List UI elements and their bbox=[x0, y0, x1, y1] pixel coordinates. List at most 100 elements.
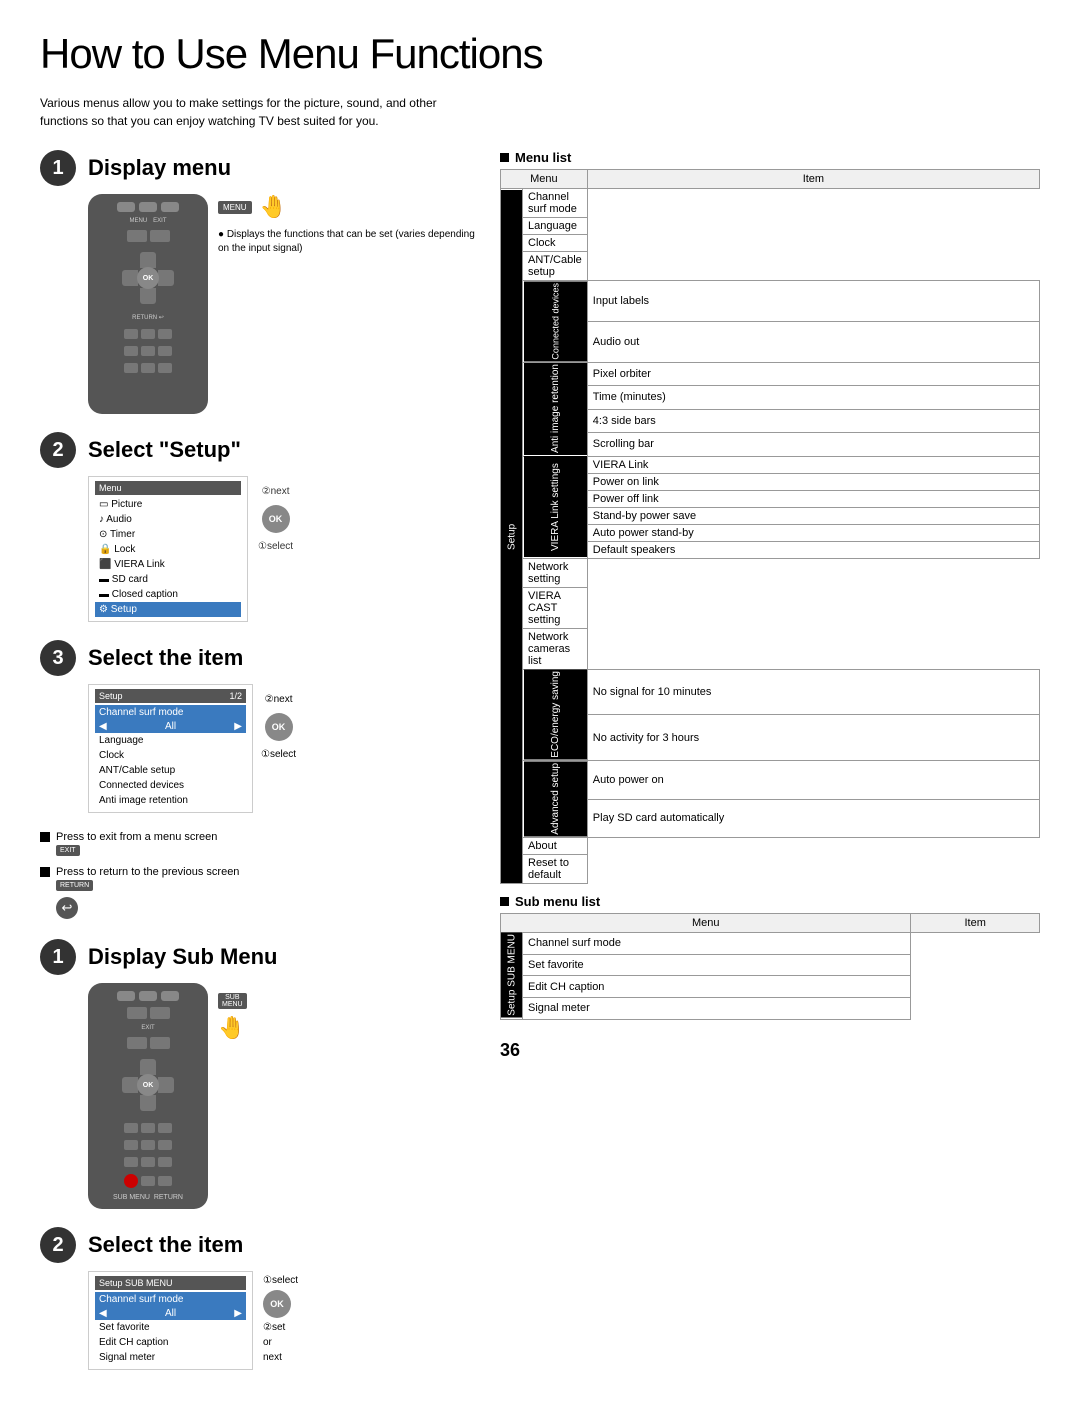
right-column: Menu list Menu Item Setup Channel surf m… bbox=[500, 150, 1040, 1388]
item-audio-out: Audio out bbox=[587, 321, 1039, 362]
table-row: Network cameras list bbox=[501, 628, 1040, 669]
setup-label-cell: Setup bbox=[501, 189, 523, 884]
item-cell-channel-surf: Channel surf mode bbox=[523, 189, 588, 218]
step3-menu-screenshot: Setup1/2 Channel surf mode ◀All▶ Languag… bbox=[88, 684, 253, 813]
sub-menu-section: 1 Display Sub Menu bbox=[40, 939, 480, 1370]
sub-item-channel: Channel surf mode bbox=[523, 932, 911, 954]
step3-item-anti: Anti image retention bbox=[95, 793, 246, 808]
table-row: Network setting bbox=[501, 558, 1040, 587]
sub-menu-btn: SUBMENU bbox=[218, 993, 247, 1009]
item-input-labels: Input labels bbox=[587, 281, 1039, 322]
step3-item-clock: Clock bbox=[95, 748, 246, 763]
table-row: ECO/energy saving No signal for 10 minut… bbox=[501, 669, 1040, 715]
sub-menu-header: Setup SUB MENU bbox=[95, 1276, 246, 1290]
page-title: How to Use Menu Functions bbox=[40, 30, 1040, 78]
sub-item-signal: Signal meter bbox=[95, 1350, 246, 1365]
item-pixel-orbiter: Pixel orbiter bbox=[587, 362, 1039, 385]
sub-menu-list-title: Sub menu list bbox=[500, 894, 1040, 909]
exit-note: Press to exit from a menu screen EXIT bbox=[40, 831, 480, 858]
sub-col-menu: Menu bbox=[501, 913, 911, 932]
step3-item-connected: Connected devices bbox=[95, 778, 246, 793]
sub-item-edit-ch: Edit CH caption bbox=[523, 976, 911, 998]
item-no-signal: No signal for 10 minutes bbox=[587, 669, 1039, 715]
group-viera-link: VIERA Link settings bbox=[523, 456, 588, 558]
col-item: Item bbox=[587, 170, 1039, 189]
sub-col-item: Item bbox=[911, 913, 1040, 932]
sub-ok-btn[interactable]: OK bbox=[263, 1290, 291, 1318]
menu-btn-label: MENU bbox=[218, 201, 252, 214]
table-row: VIERA Link settings VIERA Link bbox=[501, 456, 1040, 473]
sub-arrow-set: ②set bbox=[263, 1322, 285, 1333]
menu-item-sdcard: ▬ SD card bbox=[95, 572, 241, 587]
arrow-select-label: ①select bbox=[258, 541, 293, 552]
item-reset: Reset to default bbox=[523, 854, 588, 883]
bullet-square2 bbox=[40, 867, 50, 877]
menu-item-audio: ♪ Audio bbox=[95, 512, 241, 527]
sub-item-channel: Channel surf mode bbox=[95, 1292, 246, 1307]
sub-step1-circle: 1 bbox=[40, 939, 76, 975]
item-play-sd: Play SD card automatically bbox=[587, 799, 1039, 837]
remote-display: MENUEXIT OK bbox=[88, 194, 208, 414]
side-notes: Press to exit from a menu screen EXIT Pr… bbox=[40, 831, 480, 919]
table-row: Anti image retention Pixel orbiter bbox=[501, 362, 1040, 385]
ok-btn[interactable]: OK bbox=[262, 505, 290, 533]
step2-block: 2 Select "Setup" Menu ▭ Picture ♪ Audio … bbox=[40, 432, 480, 622]
menu-item-setup: ⚙ Setup bbox=[95, 602, 241, 617]
hand-pointer-icon: 🤚 bbox=[260, 194, 287, 220]
item-network-setting: Network setting bbox=[523, 558, 588, 587]
step1-circle: 1 bbox=[40, 150, 76, 186]
step3-ok-btn[interactable]: OK bbox=[265, 713, 293, 741]
sub-step1-block: 1 Display Sub Menu bbox=[40, 939, 480, 1209]
sub-step1-title: Display Sub Menu bbox=[88, 944, 277, 970]
step3-subitem-all: ◀All▶ bbox=[95, 720, 246, 733]
arrow-next-label: ②next bbox=[262, 486, 290, 497]
table-row: Connected devices Input labels bbox=[501, 281, 1040, 322]
item-default-speakers: Default speakers bbox=[587, 541, 1039, 558]
sub-arrow-or: or bbox=[263, 1337, 272, 1348]
sub-setup-label: Setup SUB MENU bbox=[501, 932, 523, 1019]
sub-subitem-all: ◀All▶ bbox=[95, 1307, 246, 1320]
step1-bullet: ● Displays the functions that can be set… bbox=[218, 228, 480, 256]
item-standby-power: Stand-by power save bbox=[587, 507, 1039, 524]
item-power-off-link: Power off link bbox=[587, 490, 1039, 507]
step3-item-ant: ANT/Cable setup bbox=[95, 763, 246, 778]
table-row: Clock bbox=[501, 235, 1040, 252]
return-note-text: Press to return to the previous screen bbox=[56, 866, 239, 878]
item-network-cameras: Network cameras list bbox=[523, 628, 588, 669]
sub-remote: EXIT bbox=[88, 983, 208, 1209]
group-anti-image: Anti image retention bbox=[523, 362, 588, 456]
sub-table-row: Setup SUB MENU Channel surf mode bbox=[501, 932, 1040, 954]
item-auto-power-on: Auto power on bbox=[587, 761, 1039, 799]
step2-menu-header: Menu bbox=[95, 481, 241, 495]
sub-step2-title: Select the item bbox=[88, 1232, 243, 1258]
item-auto-power-standby: Auto power stand-by bbox=[587, 524, 1039, 541]
step2-title: Select "Setup" bbox=[88, 437, 241, 463]
intro-text: Various menus allow you to make settings… bbox=[40, 94, 460, 130]
item-43-side-bars: 4:3 side bars bbox=[587, 409, 1039, 432]
group-connected: Connected devices bbox=[523, 281, 588, 363]
step1-title: Display menu bbox=[88, 155, 231, 181]
step3-arrow-next: ②next bbox=[265, 694, 293, 705]
item-cell-clock: Clock bbox=[523, 235, 588, 252]
sub-arrow-next: next bbox=[263, 1352, 282, 1363]
table-row: Reset to default bbox=[501, 854, 1040, 883]
item-scrolling-bar: Scrolling bar bbox=[587, 433, 1039, 457]
sub-item-edit: Edit CH caption bbox=[95, 1335, 246, 1350]
sub-arrow-select: ①select bbox=[263, 1275, 298, 1286]
menu-list-table: Menu Item Setup Channel surf mode Langua… bbox=[500, 169, 1040, 884]
step3-arrow-select: ①select bbox=[261, 749, 296, 760]
sub-step2-menu: Setup SUB MENU Channel surf mode ◀All▶ S… bbox=[88, 1271, 253, 1370]
item-time-minutes: Time (minutes) bbox=[587, 386, 1039, 409]
item-viera-link: VIERA Link bbox=[587, 456, 1039, 473]
col-menu: Menu bbox=[501, 170, 588, 189]
item-cell-ant: ANT/Cable setup bbox=[523, 252, 588, 281]
menu-list-bullet bbox=[500, 153, 509, 162]
step2-circle: 2 bbox=[40, 432, 76, 468]
sub-table-row: Signal meter bbox=[501, 997, 1040, 1019]
step3-item-lang: Language bbox=[95, 733, 246, 748]
table-row: Advanced setup Auto power on bbox=[501, 761, 1040, 799]
step3-item-channel: Channel surf mode bbox=[95, 705, 246, 720]
table-row: ANT/Cable setup bbox=[501, 252, 1040, 281]
sub-menu-list-table: Menu Item Setup SUB MENU Channel surf mo… bbox=[500, 913, 1040, 1020]
table-row: About bbox=[501, 837, 1040, 854]
